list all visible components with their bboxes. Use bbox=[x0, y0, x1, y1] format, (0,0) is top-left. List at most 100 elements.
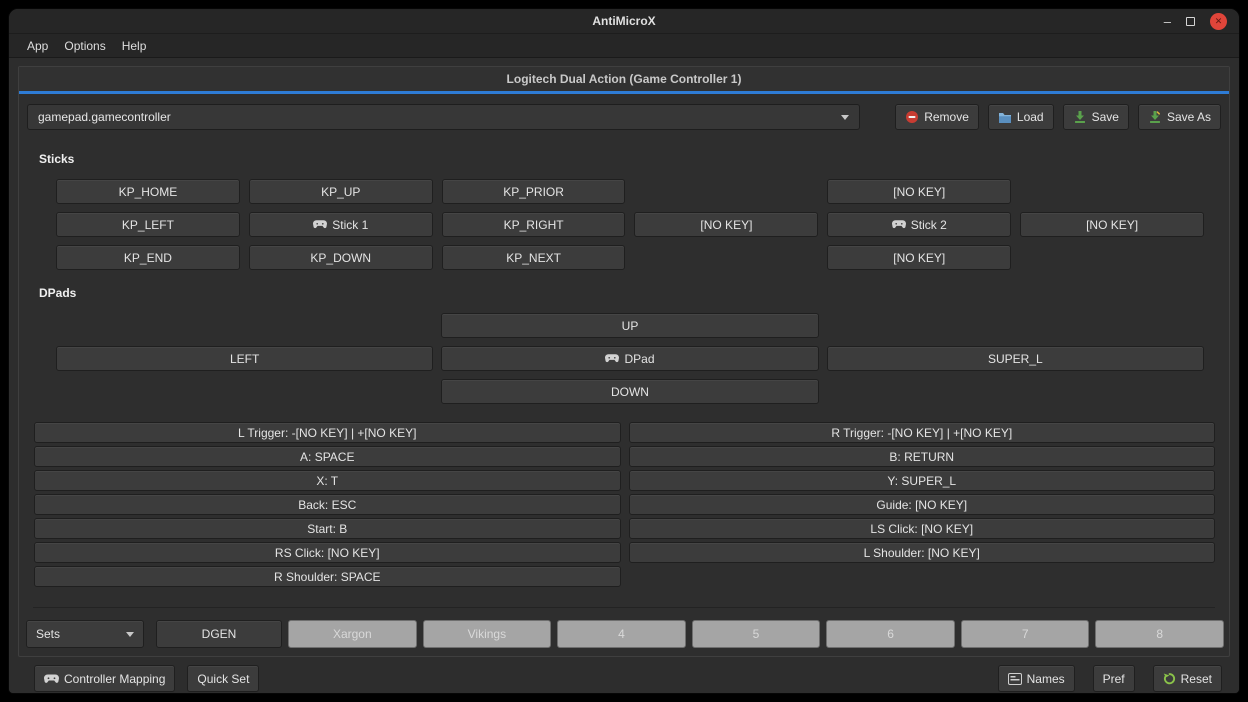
chevron-down-icon bbox=[841, 115, 849, 120]
stick1-down-right-button[interactable]: KP_NEXT bbox=[442, 245, 626, 270]
ls-click-button[interactable]: LS Click: [NO KEY] bbox=[629, 518, 1216, 539]
save-button[interactable]: Save bbox=[1063, 104, 1129, 130]
set-tab-2[interactable]: Xargon bbox=[288, 620, 417, 648]
titlebar[interactable]: AntiMicroX – ✕ bbox=[9, 9, 1239, 34]
x-button[interactable]: X: T bbox=[34, 470, 621, 491]
reset-button[interactable]: Reset bbox=[1153, 665, 1222, 692]
y-button[interactable]: Y: SUPER_L bbox=[629, 470, 1216, 491]
set-tab-1[interactable]: DGEN bbox=[156, 620, 282, 648]
set-tab-7[interactable]: 7 bbox=[961, 620, 1090, 648]
save-as-button[interactable]: Save As bbox=[1138, 104, 1221, 130]
stick1-button[interactable]: Stick 1 bbox=[249, 212, 433, 237]
sets-dropdown[interactable]: Sets bbox=[26, 620, 144, 648]
sets-dropdown-label: Sets bbox=[36, 627, 60, 641]
rs-click-button[interactable]: RS Click: [NO KEY] bbox=[34, 542, 621, 563]
sets-row: Sets DGEN Xargon Vikings 4 5 6 7 8 bbox=[26, 620, 1224, 648]
profile-combobox[interactable]: gamepad.gamecontroller bbox=[27, 104, 860, 130]
dpad-up-button[interactable]: UP bbox=[441, 313, 818, 338]
remove-icon bbox=[905, 110, 919, 124]
main-area: Logitech Dual Action (Game Controller 1)… bbox=[9, 58, 1239, 693]
stick2-left-button[interactable]: [NO KEY] bbox=[634, 212, 818, 237]
profile-row: gamepad.gamecontroller Remove Load Save bbox=[19, 94, 1229, 138]
dpad-button[interactable]: DPad bbox=[441, 346, 818, 371]
footer-right: Names Pref Reset bbox=[998, 665, 1222, 692]
app-window: AntiMicroX – ✕ App Options Help Logitech… bbox=[8, 8, 1240, 694]
menu-app[interactable]: App bbox=[19, 36, 56, 56]
dpad-right-button[interactable]: SUPER_L bbox=[827, 346, 1204, 371]
controller-mapping-button[interactable]: Controller Mapping bbox=[34, 665, 175, 692]
remove-button[interactable]: Remove bbox=[895, 104, 979, 130]
stick2-down-button[interactable]: [NO KEY] bbox=[827, 245, 1011, 270]
gamepad-icon bbox=[44, 674, 59, 684]
set-tab-4[interactable]: 4 bbox=[557, 620, 686, 648]
start-button[interactable]: Start: B bbox=[34, 518, 621, 539]
maximize-icon bbox=[1186, 17, 1195, 26]
gamepad-icon bbox=[605, 354, 619, 363]
stick1-left-button[interactable]: KP_LEFT bbox=[56, 212, 240, 237]
save-as-icon bbox=[1148, 110, 1162, 124]
controller-panel: Logitech Dual Action (Game Controller 1)… bbox=[18, 66, 1230, 657]
stick2-up-button[interactable]: [NO KEY] bbox=[827, 179, 1011, 204]
quick-set-button[interactable]: Quick Set bbox=[187, 665, 259, 692]
reset-button-label: Reset bbox=[1181, 672, 1212, 686]
pref-button[interactable]: Pref bbox=[1093, 665, 1135, 692]
minimize-button[interactable]: – bbox=[1164, 15, 1171, 28]
set-tab-8[interactable]: 8 bbox=[1095, 620, 1224, 648]
stick1-down-left-button[interactable]: KP_END bbox=[56, 245, 240, 270]
chevron-down-icon bbox=[126, 632, 134, 637]
stick2-button-label: Stick 2 bbox=[911, 218, 947, 232]
sets-separator bbox=[33, 607, 1215, 608]
names-icon bbox=[1008, 673, 1022, 685]
stick1-up-button[interactable]: KP_UP bbox=[249, 179, 433, 204]
reset-icon bbox=[1163, 672, 1176, 685]
gamepad-icon bbox=[892, 220, 906, 229]
set-tab-5[interactable]: 5 bbox=[692, 620, 821, 648]
load-button-label: Load bbox=[1017, 110, 1044, 124]
set-tab-3[interactable]: Vikings bbox=[423, 620, 552, 648]
load-button[interactable]: Load bbox=[988, 104, 1054, 130]
dpads-heading: DPads bbox=[39, 286, 1229, 301]
stick2-right-button[interactable]: [NO KEY] bbox=[1020, 212, 1204, 237]
stick1-down-button[interactable]: KP_DOWN bbox=[249, 245, 433, 270]
gamepad-icon bbox=[313, 220, 327, 229]
controller-mapping-label: Controller Mapping bbox=[64, 672, 165, 686]
stick1-up-right-button[interactable]: KP_PRIOR bbox=[442, 179, 626, 204]
stick2-button[interactable]: Stick 2 bbox=[827, 212, 1011, 237]
menu-help[interactable]: Help bbox=[114, 36, 155, 56]
sticks-grid: KP_HOME KP_UP KP_PRIOR [NO KEY] KP_LEFT … bbox=[56, 179, 1204, 270]
set-tab-6[interactable]: 6 bbox=[826, 620, 955, 648]
close-button[interactable]: ✕ bbox=[1210, 13, 1227, 30]
b-button[interactable]: B: RETURN bbox=[629, 446, 1216, 467]
save-button-label: Save bbox=[1092, 110, 1119, 124]
dpad-left-button[interactable]: LEFT bbox=[56, 346, 433, 371]
r-trigger-button[interactable]: R Trigger: -[NO KEY] | +[NO KEY] bbox=[629, 422, 1216, 443]
remove-button-label: Remove bbox=[924, 110, 969, 124]
menubar: App Options Help bbox=[9, 34, 1239, 58]
menu-options[interactable]: Options bbox=[56, 36, 113, 56]
stick1-button-label: Stick 1 bbox=[332, 218, 368, 232]
sticks-heading: Sticks bbox=[39, 152, 1229, 167]
mapping-list-right: R Trigger: -[NO KEY] | +[NO KEY] B: RETU… bbox=[629, 422, 1216, 563]
save-icon bbox=[1073, 110, 1087, 124]
names-button[interactable]: Names bbox=[998, 665, 1075, 692]
guide-button[interactable]: Guide: [NO KEY] bbox=[629, 494, 1216, 515]
stick1-right-button[interactable]: KP_RIGHT bbox=[442, 212, 626, 237]
save-as-button-label: Save As bbox=[1167, 110, 1211, 124]
back-button[interactable]: Back: ESC bbox=[34, 494, 621, 515]
load-icon bbox=[998, 111, 1012, 124]
footer-left: Controller Mapping Quick Set bbox=[34, 665, 259, 692]
r-shoulder-button[interactable]: R Shoulder: SPACE bbox=[34, 566, 621, 587]
l-trigger-button[interactable]: L Trigger: -[NO KEY] | +[NO KEY] bbox=[34, 422, 621, 443]
window-title: AntiMicroX bbox=[592, 14, 655, 28]
l-shoulder-button[interactable]: L Shoulder: [NO KEY] bbox=[629, 542, 1216, 563]
a-button[interactable]: A: SPACE bbox=[34, 446, 621, 467]
controller-tab[interactable]: Logitech Dual Action (Game Controller 1) bbox=[19, 67, 1229, 94]
profile-combobox-value: gamepad.gamecontroller bbox=[38, 110, 171, 124]
footer-bar: Controller Mapping Quick Set Names Pref … bbox=[18, 657, 1230, 692]
mapping-list: L Trigger: -[NO KEY] | +[NO KEY] A: SPAC… bbox=[34, 422, 1215, 587]
mapping-list-left: L Trigger: -[NO KEY] | +[NO KEY] A: SPAC… bbox=[34, 422, 621, 587]
dpad-button-label: DPad bbox=[624, 352, 654, 366]
dpad-down-button[interactable]: DOWN bbox=[441, 379, 818, 404]
stick1-up-left-button[interactable]: KP_HOME bbox=[56, 179, 240, 204]
maximize-button[interactable] bbox=[1186, 17, 1195, 26]
